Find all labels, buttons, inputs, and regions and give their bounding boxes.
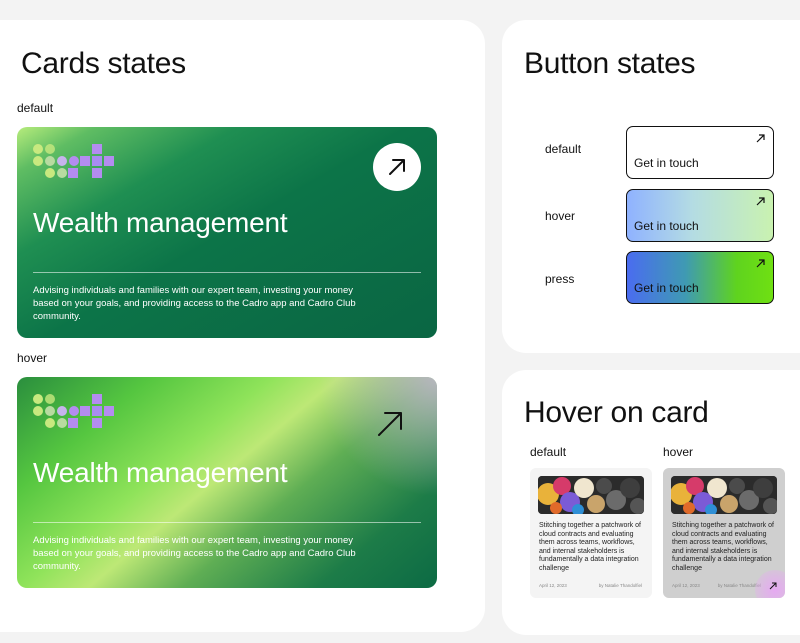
cards-states-panel: Cards states default Wealth management A…: [0, 20, 485, 632]
get-in-touch-button-hover[interactable]: Get in touch: [626, 189, 774, 242]
article-text: Stitching together a patchwork of cloud …: [539, 522, 641, 572]
button-states-title: Button states: [524, 47, 696, 80]
arrow-up-right-icon: [756, 197, 765, 206]
default-state-label: default: [17, 101, 54, 115]
cards-states-title: Cards states: [21, 47, 186, 80]
button-default-label: default: [545, 142, 582, 156]
button-states-panel: Button states default Get in touch hover…: [502, 20, 800, 353]
article-card-hover[interactable]: Stitching together a patchwork of cloud …: [663, 468, 785, 598]
arrow-up-right-icon: [756, 134, 765, 143]
arrow-up-right-icon: [389, 159, 405, 175]
card-divider: [33, 272, 421, 273]
card-divider: [33, 522, 421, 523]
article-text: Stitching together a patchwork of cloud …: [672, 522, 774, 572]
arrow-up-right-icon[interactable]: [769, 582, 777, 590]
article-card-default[interactable]: Stitching together a patchwork of cloud …: [530, 468, 652, 598]
arrow-button[interactable]: [373, 143, 421, 191]
arrow-up-right-icon[interactable]: [377, 411, 403, 437]
pixel-dots-logo-icon: [33, 394, 114, 428]
mini-hover-label: hover: [663, 445, 694, 459]
mini-default-label: default: [530, 445, 567, 459]
button-press-label: press: [545, 272, 575, 286]
article-date: April 12, 2023: [539, 583, 567, 588]
get-in-touch-button-press[interactable]: Get in touch: [626, 251, 774, 304]
article-image: [538, 476, 644, 514]
button-text: Get in touch: [634, 219, 699, 233]
article-image: [671, 476, 777, 514]
wealth-card-hover[interactable]: Wealth management Advising individuals a…: [17, 377, 437, 588]
arrow-up-right-icon: [756, 259, 765, 268]
pixel-dots-logo-icon: [33, 144, 114, 178]
hover-on-card-panel: Hover on card default hover Stitching to…: [502, 370, 800, 635]
button-text: Get in touch: [634, 281, 699, 295]
wealth-card-default[interactable]: Wealth management Advising individuals a…: [17, 127, 437, 338]
button-text: Get in touch: [634, 156, 699, 170]
hover-on-card-title: Hover on card: [524, 396, 709, 429]
card-description: Advising individuals and families with o…: [33, 285, 356, 322]
card-description: Advising individuals and families with o…: [33, 535, 356, 572]
get-in-touch-button-default[interactable]: Get in touch: [626, 126, 774, 179]
article-date: April 12, 2023: [672, 583, 700, 588]
article-author: by Natalie Thandolfiel: [598, 583, 642, 588]
card-title: Wealth management: [33, 207, 288, 238]
hover-state-label: hover: [17, 351, 48, 365]
card-title: Wealth management: [33, 457, 288, 488]
button-hover-label: hover: [545, 209, 576, 223]
